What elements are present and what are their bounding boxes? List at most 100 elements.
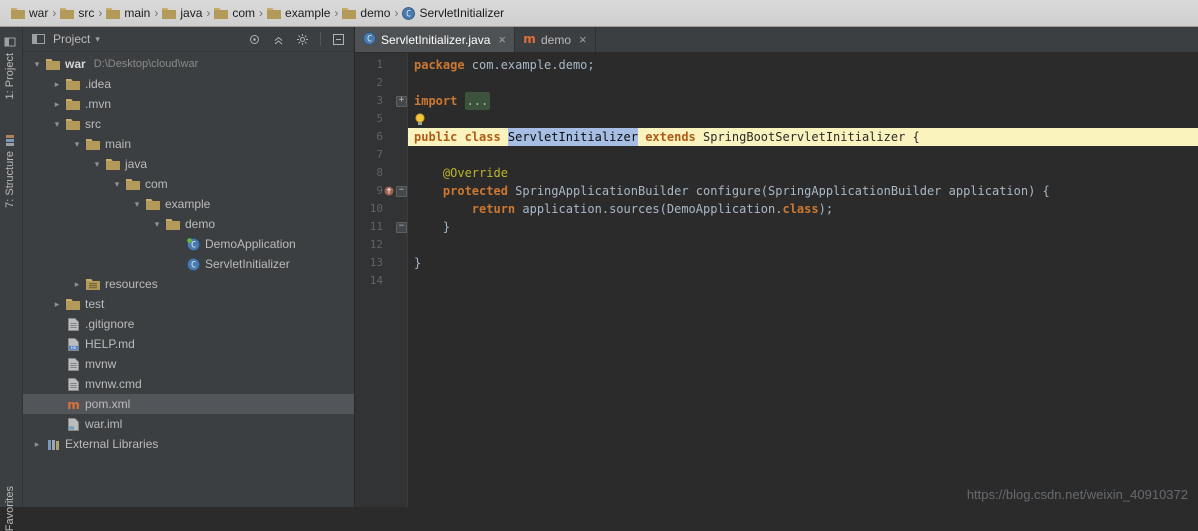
gutter[interactable]: 1 <box>355 56 408 74</box>
code-line[interactable]: 8 @Override <box>355 164 1198 182</box>
chevron-right-icon[interactable]: ▸ <box>69 279 85 290</box>
gutter[interactable]: 11 − <box>355 218 408 236</box>
gutter[interactable]: 5 <box>355 110 408 128</box>
tree-item-.idea[interactable]: ▸ .idea <box>23 74 354 94</box>
tree-item-war.iml[interactable]: war.iml <box>23 414 354 434</box>
tree-item-.gitignore[interactable]: .gitignore <box>23 314 354 334</box>
gear-icon[interactable] <box>293 33 312 46</box>
tree-item-mvnw.cmd[interactable]: mvnw.cmd <box>23 374 354 394</box>
gutter[interactable]: 7 <box>355 146 408 164</box>
breadcrumb-item-war[interactable]: war <box>8 4 51 22</box>
chevron-right-icon[interactable]: ▸ <box>29 439 45 450</box>
chevron-down-icon[interactable]: ▾ <box>109 179 125 190</box>
code-line[interactable]: 6 public class ServletInitializer extends… <box>355 128 1198 146</box>
tool-button-favorites[interactable]: Favorites <box>4 486 16 531</box>
code-line[interactable]: 2 <box>355 74 1198 92</box>
code-text[interactable] <box>408 110 1198 128</box>
tree-item-ServletInitializer[interactable]: C ServletInitializer <box>23 254 354 274</box>
chevron-down-icon[interactable]: ▾ <box>69 139 85 150</box>
tree-item-External Libraries[interactable]: ▸ External Libraries <box>23 434 354 454</box>
fold-minus-box[interactable]: − <box>396 185 407 197</box>
code-editor[interactable]: 1 package com.example.demo; 2 3 + import ... 5… <box>355 53 1198 507</box>
chevron-down-icon[interactable]: ▾ <box>89 159 105 170</box>
code-line[interactable]: 3 + import ... <box>355 92 1198 110</box>
chevron-right-icon[interactable]: ▸ <box>49 299 65 310</box>
gutter[interactable]: 6 <box>355 128 408 146</box>
gutter[interactable]: 2 <box>355 74 408 92</box>
code-text[interactable]: protected SpringApplicationBuilder confi… <box>408 182 1198 200</box>
gutter[interactable]: 9− <box>355 182 408 200</box>
tree-item-example[interactable]: ▾ example <box>23 194 354 214</box>
tool-button-project[interactable]: 1: Project <box>4 53 16 99</box>
tree-item-java[interactable]: ▾ java <box>23 154 354 174</box>
chevron-down-icon[interactable]: ▾ <box>95 34 100 45</box>
breadcrumb-item-src[interactable]: src <box>57 4 97 22</box>
tree-item-.mvn[interactable]: ▸ .mvn <box>23 94 354 114</box>
breadcrumb-item-com[interactable]: com <box>211 4 258 22</box>
tree-item-demo[interactable]: ▾ demo <box>23 214 354 234</box>
close-icon[interactable]: × <box>498 33 506 46</box>
fold-minus-box[interactable]: − <box>396 221 407 233</box>
code-line[interactable]: 1 package com.example.demo; <box>355 56 1198 74</box>
code-line[interactable]: 10 return application.sources(DemoApplic… <box>355 200 1198 218</box>
editor-tab-ServletInitializer.java[interactable]: C ServletInitializer.java × <box>355 27 515 52</box>
chevron-down-icon[interactable]: ▾ <box>129 199 145 210</box>
tree-item-com[interactable]: ▾ com <box>23 174 354 194</box>
locate-target-icon[interactable] <box>245 33 264 46</box>
fold-plus-box[interactable]: + <box>396 95 407 107</box>
chevron-down-icon[interactable]: ▾ <box>149 219 165 230</box>
chevron-right-icon[interactable]: ▸ <box>49 79 65 90</box>
tree-item-resources[interactable]: ▸ resources <box>23 274 354 294</box>
close-icon[interactable]: × <box>579 33 587 46</box>
code-text[interactable]: } <box>408 218 1198 236</box>
tree-item-pom.xml[interactable]: m pom.xml <box>23 394 354 414</box>
code-text[interactable]: package com.example.demo; <box>408 56 1198 74</box>
hide-panel-icon[interactable] <box>329 33 348 46</box>
tree-item-mvnw[interactable]: mvnw <box>23 354 354 374</box>
code-text[interactable]: import ... <box>408 92 1198 110</box>
code-line[interactable]: 5 <box>355 110 1198 128</box>
code-text[interactable]: } <box>408 254 1198 272</box>
fold-toggle-icon[interactable]: + <box>395 95 408 107</box>
code-line[interactable]: 11 − } <box>355 218 1198 236</box>
code-text[interactable] <box>408 236 1198 254</box>
code-text[interactable]: return application.sources(DemoApplicati… <box>408 200 1198 218</box>
chevron-right-icon[interactable]: ▸ <box>49 99 65 110</box>
tree-item-test[interactable]: ▸ test <box>23 294 354 314</box>
tool-window-grid-icon[interactable] <box>4 35 16 53</box>
override-method-icon[interactable] <box>383 186 395 196</box>
tree-item-src[interactable]: ▾ src <box>23 114 354 134</box>
tree-item-DemoApplication[interactable]: C DemoApplication <box>23 234 354 254</box>
tree-item-HELP.md[interactable]: MD HELP.md <box>23 334 354 354</box>
breadcrumb-item-java[interactable]: java <box>159 4 205 22</box>
breadcrumb-item-example[interactable]: example <box>264 4 333 22</box>
gutter[interactable]: 13 <box>355 254 408 272</box>
gutter[interactable]: 3 + <box>355 92 408 110</box>
fold-toggle-icon[interactable]: − <box>395 185 408 197</box>
chevron-down-icon[interactable]: ▾ <box>49 119 65 130</box>
code-text[interactable]: @Override <box>408 164 1198 182</box>
tree-item-war[interactable]: ▾ war D:\Desktop\cloud\war <box>23 54 354 74</box>
code-line[interactable]: 13} <box>355 254 1198 272</box>
code-line[interactable]: 9− protected SpringApplicationBuilder co… <box>355 182 1198 200</box>
breadcrumb-item-main[interactable]: main <box>103 4 153 22</box>
breadcrumb-item-demo[interactable]: demo <box>339 4 393 22</box>
structure-icon[interactable] <box>4 133 16 151</box>
tool-button-structure[interactable]: 7: Structure <box>4 151 16 208</box>
collapse-all-icon[interactable] <box>269 33 288 46</box>
code-text[interactable] <box>408 146 1198 164</box>
gutter[interactable]: 8 <box>355 164 408 182</box>
panel-title[interactable]: Project <box>53 32 90 46</box>
code-line[interactable]: 12 <box>355 236 1198 254</box>
code-text[interactable] <box>408 74 1198 92</box>
code-text[interactable] <box>408 272 1198 290</box>
breadcrumb-item-ServletInitializer[interactable]: C ServletInitializer <box>399 4 507 22</box>
chevron-down-icon[interactable]: ▾ <box>29 59 45 70</box>
fold-toggle-icon[interactable]: − <box>395 221 408 233</box>
gutter[interactable]: 12 <box>355 236 408 254</box>
code-line[interactable]: 7 <box>355 146 1198 164</box>
tree-item-main[interactable]: ▾ main <box>23 134 354 154</box>
code-line[interactable]: 14 <box>355 272 1198 290</box>
editor-tab-demo[interactable]: m demo × <box>515 27 596 52</box>
gutter[interactable]: 10 <box>355 200 408 218</box>
